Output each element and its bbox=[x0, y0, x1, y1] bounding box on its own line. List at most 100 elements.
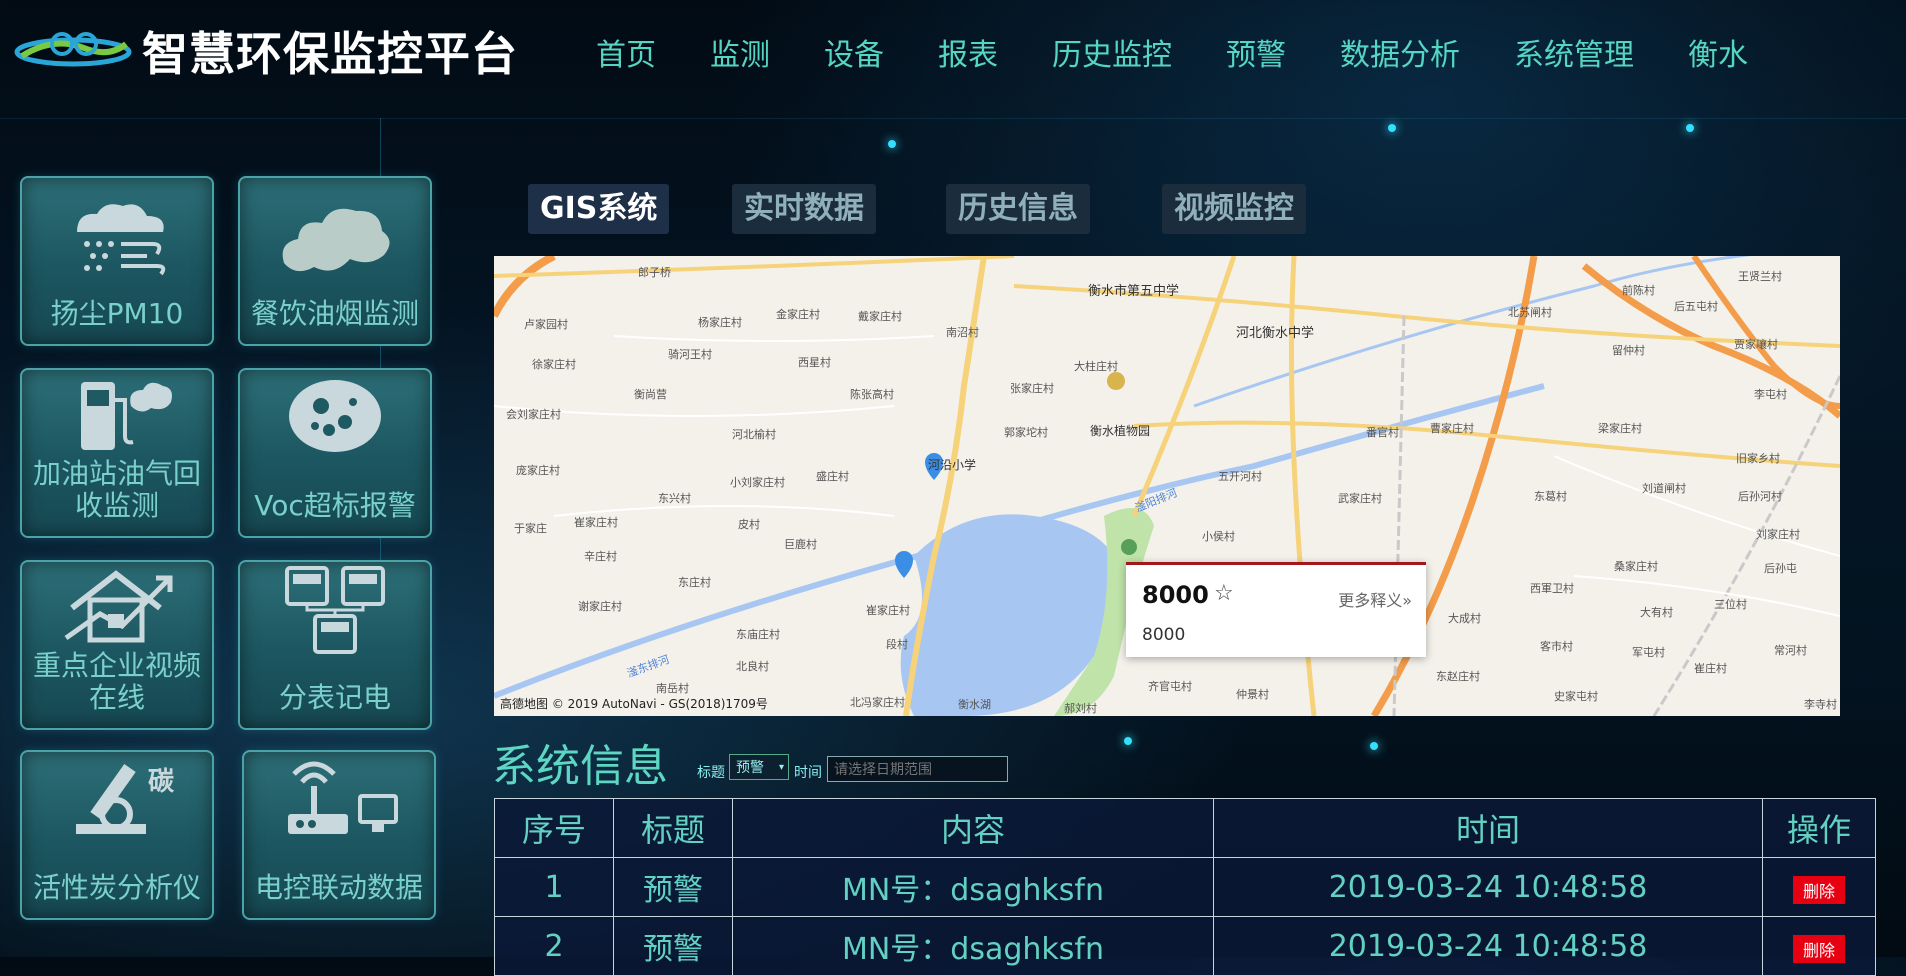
map-place: 南岳村 bbox=[656, 682, 689, 695]
map-place: 辛庄村 bbox=[584, 550, 617, 563]
map-place: 南沼村 bbox=[946, 326, 979, 339]
nav-monitor[interactable]: 监测 bbox=[710, 30, 770, 74]
circuit-line bbox=[0, 118, 1906, 119]
map-place: 后五屯村 bbox=[1674, 300, 1718, 313]
glow-dot bbox=[888, 140, 896, 148]
cell-title: 预警 bbox=[613, 916, 733, 976]
map-attribution: 高德地图 © 2019 AutoNavi - GS(2018)1709号 bbox=[500, 697, 768, 711]
map-place: 大有村 bbox=[1640, 606, 1673, 619]
delete-button[interactable]: 删除 bbox=[1792, 875, 1845, 904]
tile-electric-meter[interactable]: 分表记电 bbox=[238, 560, 432, 730]
map-place: 河北榆村 bbox=[732, 428, 776, 441]
map-place: 前陈村 bbox=[1622, 284, 1655, 297]
tab-gis[interactable]: GIS系统 bbox=[528, 184, 670, 234]
delete-button[interactable]: 删除 bbox=[1792, 934, 1845, 963]
map-place: 后孙屯 bbox=[1764, 562, 1797, 575]
col-header-content: 内容 bbox=[732, 798, 1214, 858]
map-place: 杨家庄村 bbox=[698, 316, 742, 329]
select-value: 预警 bbox=[736, 760, 764, 776]
map-place: 贾家嚷村 bbox=[1734, 338, 1778, 351]
map-place: 陈张高村 bbox=[850, 388, 894, 401]
popup-value: 8000 bbox=[1142, 625, 1186, 645]
tile-dust-pm10[interactable]: 扬尘PM10 bbox=[20, 176, 214, 346]
glow-dot bbox=[1370, 742, 1378, 750]
map-place: 衡尚营 bbox=[634, 388, 667, 401]
nav-alerts[interactable]: 预警 bbox=[1226, 30, 1286, 74]
map-place: 西星村 bbox=[798, 356, 831, 369]
tile-control-linkage[interactable]: 电控联动数据 bbox=[242, 750, 436, 920]
col-header-title: 标题 bbox=[613, 798, 733, 858]
map-place: 巨鹿村 bbox=[784, 538, 817, 551]
tile-label: 扬尘PM10 bbox=[50, 297, 184, 330]
table-row: 1 预警 MN号：dsaghksfn 2019-03-24 10:48:58 删… bbox=[494, 857, 1876, 917]
col-header-index: 序号 bbox=[494, 798, 614, 858]
filter-title-label: 标题 bbox=[697, 765, 725, 781]
map-place: 北冯家庄村 bbox=[850, 696, 905, 709]
map-place: 桑家庄村 bbox=[1614, 560, 1658, 573]
nav-history[interactable]: 历史监控 bbox=[1052, 30, 1172, 74]
tile-kitchen-smoke[interactable]: 餐饮油烟监测 bbox=[238, 176, 432, 346]
map-place: 军屯村 bbox=[1632, 646, 1665, 659]
date-range-input[interactable] bbox=[827, 756, 1008, 782]
map-place: 李屯村 bbox=[1754, 388, 1787, 401]
glow-dot bbox=[1124, 737, 1132, 745]
map-place: 崔家庄村 bbox=[574, 516, 618, 529]
chevron-down-icon: ▾ bbox=[778, 762, 784, 773]
tab-realtime[interactable]: 实时数据 bbox=[732, 184, 876, 234]
map-place: 梁家庄村 bbox=[1598, 422, 1642, 435]
tile-gas-station[interactable]: 加油站油气回收监测 bbox=[20, 368, 214, 538]
tile-enterprise-video[interactable]: 重点企业视频在线 bbox=[20, 560, 214, 730]
tile-label: Voc超标报警 bbox=[254, 489, 416, 522]
nav-city[interactable]: 衡水 bbox=[1688, 30, 1748, 74]
map-place: 刘道闸村 bbox=[1642, 482, 1686, 495]
map-place: 郭家坨村 bbox=[1004, 426, 1048, 439]
nav-home[interactable]: 首页 bbox=[596, 30, 656, 74]
glow-dot bbox=[1686, 124, 1694, 132]
map-place: 北苏闸村 bbox=[1508, 306, 1552, 319]
electric-meter-icon bbox=[240, 564, 430, 654]
title-filter-select[interactable]: 预警 ▾ bbox=[729, 754, 789, 780]
cell-time: 2019-03-24 10:48:58 bbox=[1213, 857, 1763, 917]
popup-more-link[interactable]: 更多释义» bbox=[1338, 587, 1412, 611]
voc-particles-icon bbox=[240, 376, 430, 456]
cell-time: 2019-03-24 10:48:58 bbox=[1213, 916, 1763, 976]
star-icon[interactable]: ☆ bbox=[1214, 581, 1234, 606]
nav-devices[interactable]: 设备 bbox=[824, 30, 884, 74]
map-place: 皮村 bbox=[738, 518, 760, 531]
tab-history[interactable]: 历史信息 bbox=[946, 184, 1090, 234]
tile-label: 分表记电 bbox=[278, 681, 391, 714]
map-place: 金家庄村 bbox=[776, 308, 820, 321]
cell-content: MN号：dsaghksfn bbox=[732, 857, 1214, 917]
map-place: 王贤兰村 bbox=[1738, 270, 1782, 283]
nav-reports[interactable]: 报表 bbox=[938, 30, 998, 74]
filter-time-label: 时间 bbox=[794, 765, 822, 781]
gas-pump-icon bbox=[22, 376, 212, 456]
map-place: 史家屯村 bbox=[1554, 690, 1598, 703]
tile-label: 餐饮油烟监测 bbox=[250, 297, 419, 330]
tile-voc-alarm[interactable]: Voc超标报警 bbox=[238, 368, 432, 538]
map-place: 后孙河村 bbox=[1738, 490, 1782, 503]
map-place: 东庄村 bbox=[678, 576, 711, 589]
map-place: 衡水湖 bbox=[958, 698, 991, 711]
map-place: 会刘家庄村 bbox=[506, 408, 561, 421]
map-place: 谢家庄村 bbox=[578, 600, 622, 613]
logo-icon bbox=[14, 32, 132, 67]
tile-label: 活性炭分析仪 bbox=[32, 871, 201, 904]
map-place: 卢家园村 bbox=[524, 318, 568, 331]
map-info-popup: 8000 ☆ 更多释义» 8000 bbox=[1126, 562, 1426, 657]
tab-video[interactable]: 视频监控 bbox=[1162, 184, 1306, 234]
tile-label: 加油站油气回收监测 bbox=[32, 457, 201, 522]
map-place: 段村 bbox=[886, 638, 908, 651]
table-header-row: 序号 标题 内容 时间 操作 bbox=[494, 798, 1876, 858]
map-place: 北良村 bbox=[736, 660, 769, 673]
gis-map[interactable]: 衡水市第五中学 河北衡水中学 衡水植物园 河沿小学 五开河村 大柱庄村 张家庄村… bbox=[494, 256, 1840, 716]
tile-carbon-analyzer[interactable]: 碳 活性炭分析仪 bbox=[20, 750, 214, 920]
tile-label: 电控联动数据 bbox=[254, 871, 423, 904]
map-place: 郝刘村 bbox=[1064, 702, 1097, 715]
map-place: 徐家庄村 bbox=[532, 358, 576, 371]
nav-system[interactable]: 系统管理 bbox=[1514, 30, 1634, 74]
nav-analysis[interactable]: 数据分析 bbox=[1340, 30, 1460, 74]
map-place: 河北衡水中学 bbox=[1236, 326, 1315, 341]
map-place: 武家庄村 bbox=[1338, 492, 1382, 505]
map-place: 骑河王村 bbox=[668, 348, 712, 361]
